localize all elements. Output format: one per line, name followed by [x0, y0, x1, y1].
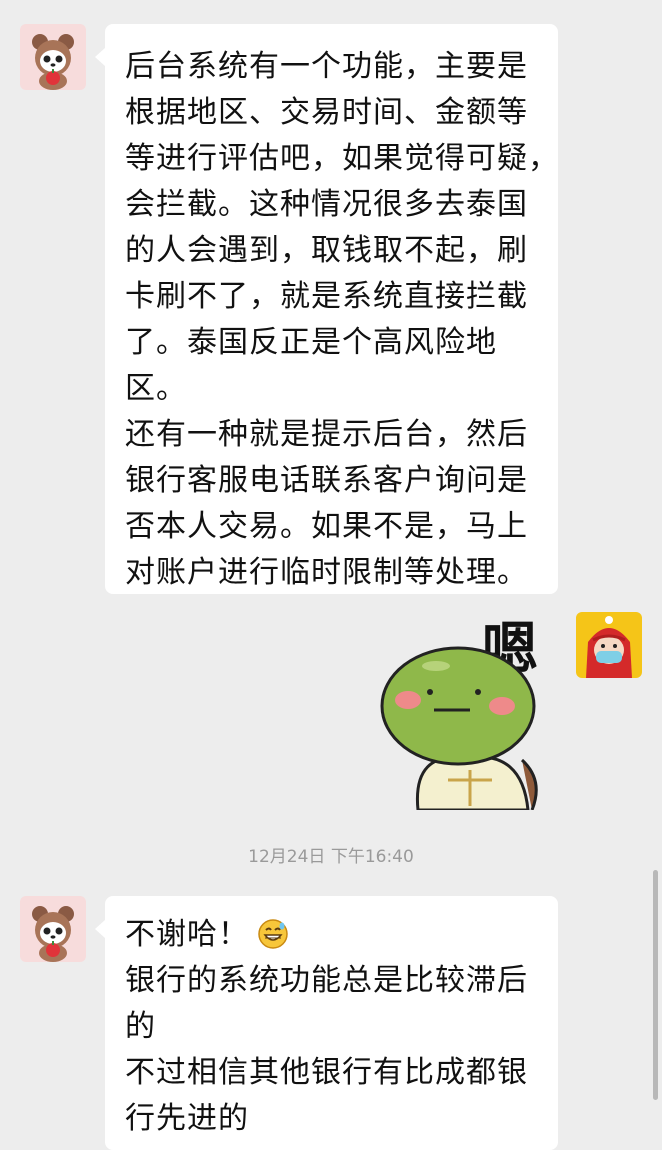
message-bubble[interactable]: 不谢哈！ 银行的系统功能总是比较滞后 的 不过相信其他银行有比成都银 行先进的 [95, 896, 558, 1150]
turtle-sticker[interactable]: 嗯 [372, 610, 562, 812]
message-line: 否本人交易。如果不是，马上 [125, 509, 528, 544]
panda-bear-avatar-icon [20, 896, 86, 962]
avatar[interactable] [20, 24, 86, 90]
scrollbar[interactable] [653, 870, 658, 1100]
message-line: 后台系统有一个功能，主要是 [125, 49, 528, 84]
message-line: 银行的系统功能总是比较滞后 [125, 963, 528, 998]
message-line: 不谢哈！ [125, 912, 558, 958]
message-line: 还有一种就是提示后台，然后 [125, 417, 528, 452]
turtle-sticker-icon: 嗯 [380, 617, 538, 812]
grinning-sweat-emoji-icon [258, 919, 288, 949]
message-line: 会拦截。这种情况很多去泰国 [125, 187, 528, 222]
message-line: 对账户进行临时限制等处理。 [125, 555, 528, 590]
red-hood-mask-avatar-icon [576, 612, 642, 678]
message-line: 不过相信其他银行有比成都银 [125, 1055, 528, 1090]
message-line: 等进行评估吧，如果觉得可疑， [125, 141, 559, 176]
message-line: 区。 [125, 371, 187, 406]
message-line: 银行客服电话联系客户询问是 [125, 463, 528, 498]
avatar[interactable] [20, 896, 86, 962]
self-avatar[interactable] [576, 612, 642, 678]
message-line-text: 不谢哈！ [125, 917, 249, 952]
message-line: 卡刷不了，就是系统直接拦截 [125, 279, 528, 314]
message-line: 的 [125, 1009, 156, 1044]
message-bubble[interactable]: 后台系统有一个功能，主要是 根据地区、交易时间、金额等 等进行评估吧，如果觉得可… [95, 24, 559, 594]
message-line: 根据地区、交易时间、金额等 [125, 95, 528, 130]
timestamp: 12月24日 下午16:40 [248, 847, 414, 867]
panda-bear-avatar-icon [20, 24, 86, 90]
message-line: 行先进的 [125, 1101, 249, 1136]
message-line: 了。泰国反正是个高风险地 [125, 325, 497, 360]
message-line: 的人会遇到，取钱取不起，刷 [125, 233, 528, 268]
